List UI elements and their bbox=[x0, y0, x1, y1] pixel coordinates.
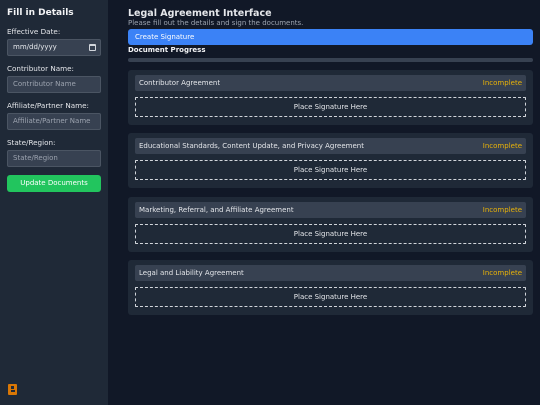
document-name: Educational Standards, Content Update, a… bbox=[139, 142, 364, 150]
update-documents-button[interactable]: Update Documents bbox=[7, 175, 101, 192]
document-icon[interactable] bbox=[8, 384, 17, 395]
document-header: Legal and Liability Agreement Incomplete bbox=[135, 265, 526, 281]
effective-date-label: Effective Date: bbox=[7, 27, 61, 36]
page-title: Legal Agreement Interface bbox=[128, 8, 272, 19]
sidebar: Fill in Details Effective Date: mm/dd/yy… bbox=[0, 0, 108, 405]
document-card-legal: Legal and Liability Agreement Incomplete… bbox=[128, 260, 533, 315]
document-name: Marketing, Referral, and Affiliate Agree… bbox=[139, 206, 294, 214]
signature-box[interactable]: Place Signature Here bbox=[135, 224, 526, 244]
status-badge: Incomplete bbox=[482, 79, 522, 87]
document-card-contributor: Contributor Agreement Incomplete Place S… bbox=[128, 70, 533, 125]
sidebar-title: Fill in Details bbox=[7, 8, 74, 18]
status-badge: Incomplete bbox=[482, 206, 522, 214]
page-subtitle: Please fill out the details and sign the… bbox=[128, 19, 304, 27]
document-header: Contributor Agreement Incomplete bbox=[135, 75, 526, 91]
calendar-icon[interactable] bbox=[89, 44, 96, 51]
document-header: Educational Standards, Content Update, a… bbox=[135, 138, 526, 154]
signature-box[interactable]: Place Signature Here bbox=[135, 97, 526, 117]
status-badge: Incomplete bbox=[482, 269, 522, 277]
contributor-name-input[interactable]: Contributor Name bbox=[7, 76, 101, 93]
document-header: Marketing, Referral, and Affiliate Agree… bbox=[135, 202, 526, 218]
signature-box[interactable]: Place Signature Here bbox=[135, 287, 526, 307]
document-name: Contributor Agreement bbox=[139, 79, 221, 87]
affiliate-name-label: Affiliate/Partner Name: bbox=[7, 101, 89, 110]
progress-bar bbox=[128, 58, 533, 62]
effective-date-value: mm/dd/yyyy bbox=[13, 43, 57, 51]
document-card-marketing: Marketing, Referral, and Affiliate Agree… bbox=[128, 197, 533, 252]
contributor-name-label: Contributor Name: bbox=[7, 64, 74, 73]
state-region-label: State/Region: bbox=[7, 138, 56, 147]
state-region-input[interactable]: State/Region bbox=[7, 150, 101, 167]
document-card-educational: Educational Standards, Content Update, a… bbox=[128, 133, 533, 188]
status-badge: Incomplete bbox=[482, 142, 522, 150]
progress-label: Document Progress bbox=[128, 46, 206, 54]
document-name: Legal and Liability Agreement bbox=[139, 269, 244, 277]
create-signature-button[interactable]: Create Signature bbox=[128, 29, 533, 45]
effective-date-input[interactable]: mm/dd/yyyy bbox=[7, 39, 101, 56]
signature-box[interactable]: Place Signature Here bbox=[135, 160, 526, 180]
affiliate-name-input[interactable]: Affiliate/Partner Name bbox=[7, 113, 101, 130]
